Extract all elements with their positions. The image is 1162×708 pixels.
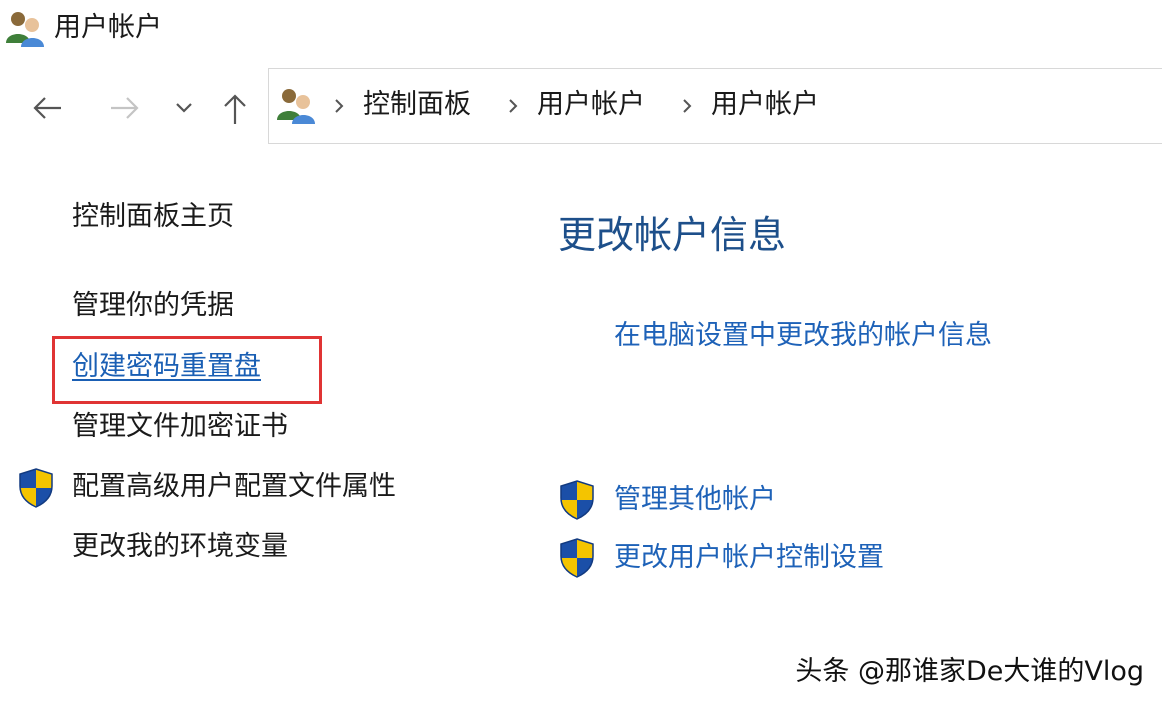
manage-credentials-link[interactable]: 管理你的凭据 (72, 288, 234, 324)
chevron-right-icon[interactable] (677, 91, 697, 121)
chevron-down-icon (176, 103, 192, 113)
breadcrumb-control-panel[interactable]: 控制面板 (363, 87, 471, 123)
breadcrumb-user-accounts-current[interactable]: 用户帐户 (711, 87, 819, 123)
advanced-profile-properties-link[interactable]: 配置高级用户配置文件属性 (72, 469, 396, 505)
window-title: 用户帐户 (54, 12, 162, 43)
page-title: 更改帐户信息 (558, 213, 787, 257)
change-account-in-pc-settings-link[interactable]: 在电脑设置中更改我的帐户信息 (614, 318, 992, 354)
users-icon (6, 12, 44, 47)
control-panel-home-link[interactable]: 控制面板主页 (72, 199, 234, 235)
arrow-up-icon (224, 94, 246, 124)
uac-shield-icon (19, 468, 53, 508)
change-environment-variables-link[interactable]: 更改我的环境变量 (72, 529, 288, 565)
up-button[interactable] (212, 84, 258, 134)
chevron-right-icon[interactable] (329, 91, 349, 121)
uac-shield-icon (560, 538, 594, 578)
arrow-left-icon (33, 97, 61, 119)
breadcrumb-user-accounts[interactable]: 用户帐户 (537, 87, 645, 123)
forward-button[interactable] (100, 86, 150, 130)
back-button[interactable] (22, 86, 72, 130)
arrow-right-icon (111, 97, 139, 119)
address-bar[interactable]: 控制面板 用户帐户 用户帐户 (268, 68, 1162, 144)
manage-other-accounts-link[interactable]: 管理其他帐户 (614, 482, 776, 518)
users-icon (277, 89, 315, 124)
recent-locations-button[interactable] (166, 90, 202, 126)
change-uac-settings-link[interactable]: 更改用户帐户控制设置 (614, 540, 884, 576)
create-password-reset-disk-link[interactable]: 创建密码重置盘 (72, 349, 261, 385)
manage-encryption-certificates-link[interactable]: 管理文件加密证书 (72, 409, 288, 445)
chevron-right-icon[interactable] (503, 91, 523, 121)
title-bar: 用户帐户 (0, 0, 1162, 58)
uac-shield-icon (560, 480, 594, 520)
watermark: 头条 @那谁家De大谁的Vlog (795, 656, 1144, 687)
